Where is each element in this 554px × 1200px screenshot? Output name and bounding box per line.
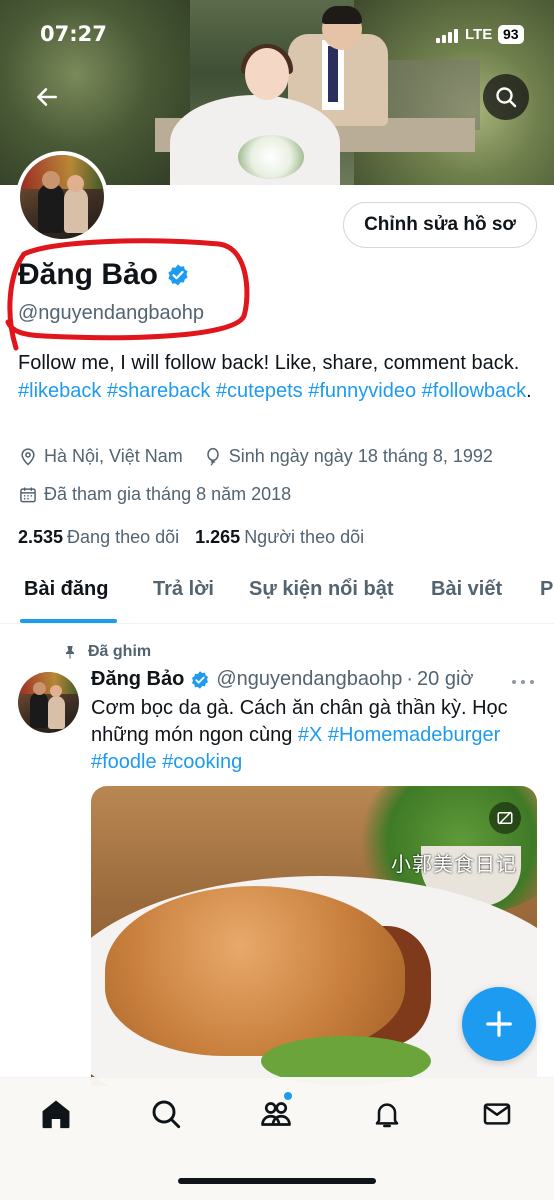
post-author-avatar[interactable] bbox=[18, 672, 79, 733]
hashtag-link[interactable]: #funnyvideo bbox=[308, 380, 416, 402]
profile-name: Đăng Bảo bbox=[18, 258, 159, 291]
plus-icon bbox=[486, 1011, 512, 1037]
media-watermark: 小郭美食日记 bbox=[391, 852, 517, 876]
network-type: LTE bbox=[465, 26, 493, 43]
tab-posts[interactable]: Bài đăng bbox=[24, 578, 108, 601]
envelope-icon bbox=[483, 1103, 511, 1125]
post-time: 20 giờ bbox=[417, 668, 474, 690]
hashtag-link[interactable]: #followback bbox=[422, 380, 527, 402]
post-author-name[interactable]: Đăng Bảo bbox=[91, 668, 184, 691]
following-link[interactable]: 2.535 Đang theo dõi bbox=[18, 527, 179, 548]
post-header: Đăng Bảo @nguyendangbaohp · 20 giờ bbox=[91, 668, 474, 691]
profile-tabs: Bài đăng Trả lời Sự kiện nổi bật Bài viế… bbox=[0, 560, 554, 624]
home-indicator[interactable] bbox=[178, 1178, 376, 1184]
nav-home[interactable] bbox=[38, 1096, 74, 1132]
profile-joined-row: Đã tham gia tháng 8 năm 2018 bbox=[18, 484, 291, 505]
profile-joined: Đã tham gia tháng 8 năm 2018 bbox=[44, 484, 292, 504]
nav-communities[interactable] bbox=[258, 1096, 294, 1132]
post-text: Cơm bọc da gà. Cách ăn chân gà thần kỳ. … bbox=[91, 697, 508, 773]
hashtag-link[interactable]: #Homemadeburger bbox=[328, 724, 500, 746]
profile-handle: @nguyendangbaohp bbox=[18, 302, 205, 324]
bell-icon bbox=[375, 1103, 399, 1128]
hashtag-link[interactable]: #X bbox=[298, 724, 322, 746]
hashtag-link[interactable]: #foodle bbox=[91, 751, 157, 773]
status-time: 07:27 bbox=[40, 22, 107, 46]
verified-badge-icon[interactable] bbox=[166, 263, 190, 287]
status-bar: 07:27 LTE 93 bbox=[0, 0, 554, 62]
post-separator: · bbox=[406, 668, 414, 690]
hide-media-button[interactable] bbox=[489, 802, 521, 834]
battery-level: 93 bbox=[498, 25, 524, 44]
hashtag-link[interactable]: #cooking bbox=[162, 751, 242, 773]
profile-birthday: Sinh ngày ngày 18 tháng 8, 1992 bbox=[228, 446, 493, 466]
post-author-handle: @nguyendangbaohp bbox=[216, 668, 403, 690]
hashtag-link[interactable]: #likeback bbox=[18, 380, 101, 402]
notification-dot bbox=[284, 1092, 292, 1100]
arrow-left-icon bbox=[37, 88, 57, 106]
image-hide-icon bbox=[497, 811, 513, 825]
tab-highlights[interactable]: Sự kiện nổi bật bbox=[249, 578, 394, 601]
search-button[interactable] bbox=[483, 74, 529, 120]
profile-bio: Follow me, I will follow back! Like, sha… bbox=[18, 352, 532, 402]
follow-stats: 2.535 Đang theo dõi 1.265 Người theo dõi bbox=[18, 527, 364, 548]
hashtag-link[interactable]: #cutepets bbox=[216, 380, 303, 402]
search-icon bbox=[496, 87, 517, 108]
calendar-icon bbox=[20, 487, 36, 502]
back-button[interactable] bbox=[24, 74, 70, 120]
profile-avatar[interactable] bbox=[16, 151, 108, 243]
edit-profile-button[interactable]: Chỉnh sửa hồ sơ bbox=[343, 202, 537, 248]
nav-messages[interactable] bbox=[479, 1096, 515, 1132]
profile-meta-row: Hà Nội, Việt Nam Sinh ngày ngày 18 tháng… bbox=[18, 446, 493, 467]
home-icon bbox=[42, 1100, 70, 1129]
tab-articles[interactable]: Bài viết bbox=[431, 578, 502, 601]
followers-link[interactable]: 1.265 Người theo dõi bbox=[195, 527, 364, 548]
profile-name-row: Đăng Bảo bbox=[18, 258, 190, 292]
compose-post-button[interactable] bbox=[462, 987, 536, 1061]
tab-replies[interactable]: Trả lời bbox=[153, 578, 214, 601]
hashtag-link[interactable]: #shareback bbox=[107, 380, 210, 402]
pinned-label: Đã ghim bbox=[62, 643, 151, 661]
pin-icon bbox=[66, 646, 74, 659]
signal-icon bbox=[436, 29, 458, 43]
more-options-icon[interactable] bbox=[510, 672, 536, 692]
search-icon bbox=[152, 1100, 181, 1129]
red-highlight-annotation bbox=[5, 238, 250, 351]
nav-notifications[interactable] bbox=[369, 1096, 405, 1132]
communities-icon bbox=[261, 1102, 291, 1126]
location-pin-icon bbox=[21, 447, 35, 466]
active-tab-indicator bbox=[20, 619, 117, 623]
balloon-icon bbox=[206, 447, 219, 465]
profile-location: Hà Nội, Việt Nam bbox=[44, 446, 183, 466]
tab-media[interactable]: P bbox=[540, 578, 553, 601]
verified-badge-icon bbox=[192, 670, 209, 689]
nav-search[interactable] bbox=[148, 1096, 184, 1132]
